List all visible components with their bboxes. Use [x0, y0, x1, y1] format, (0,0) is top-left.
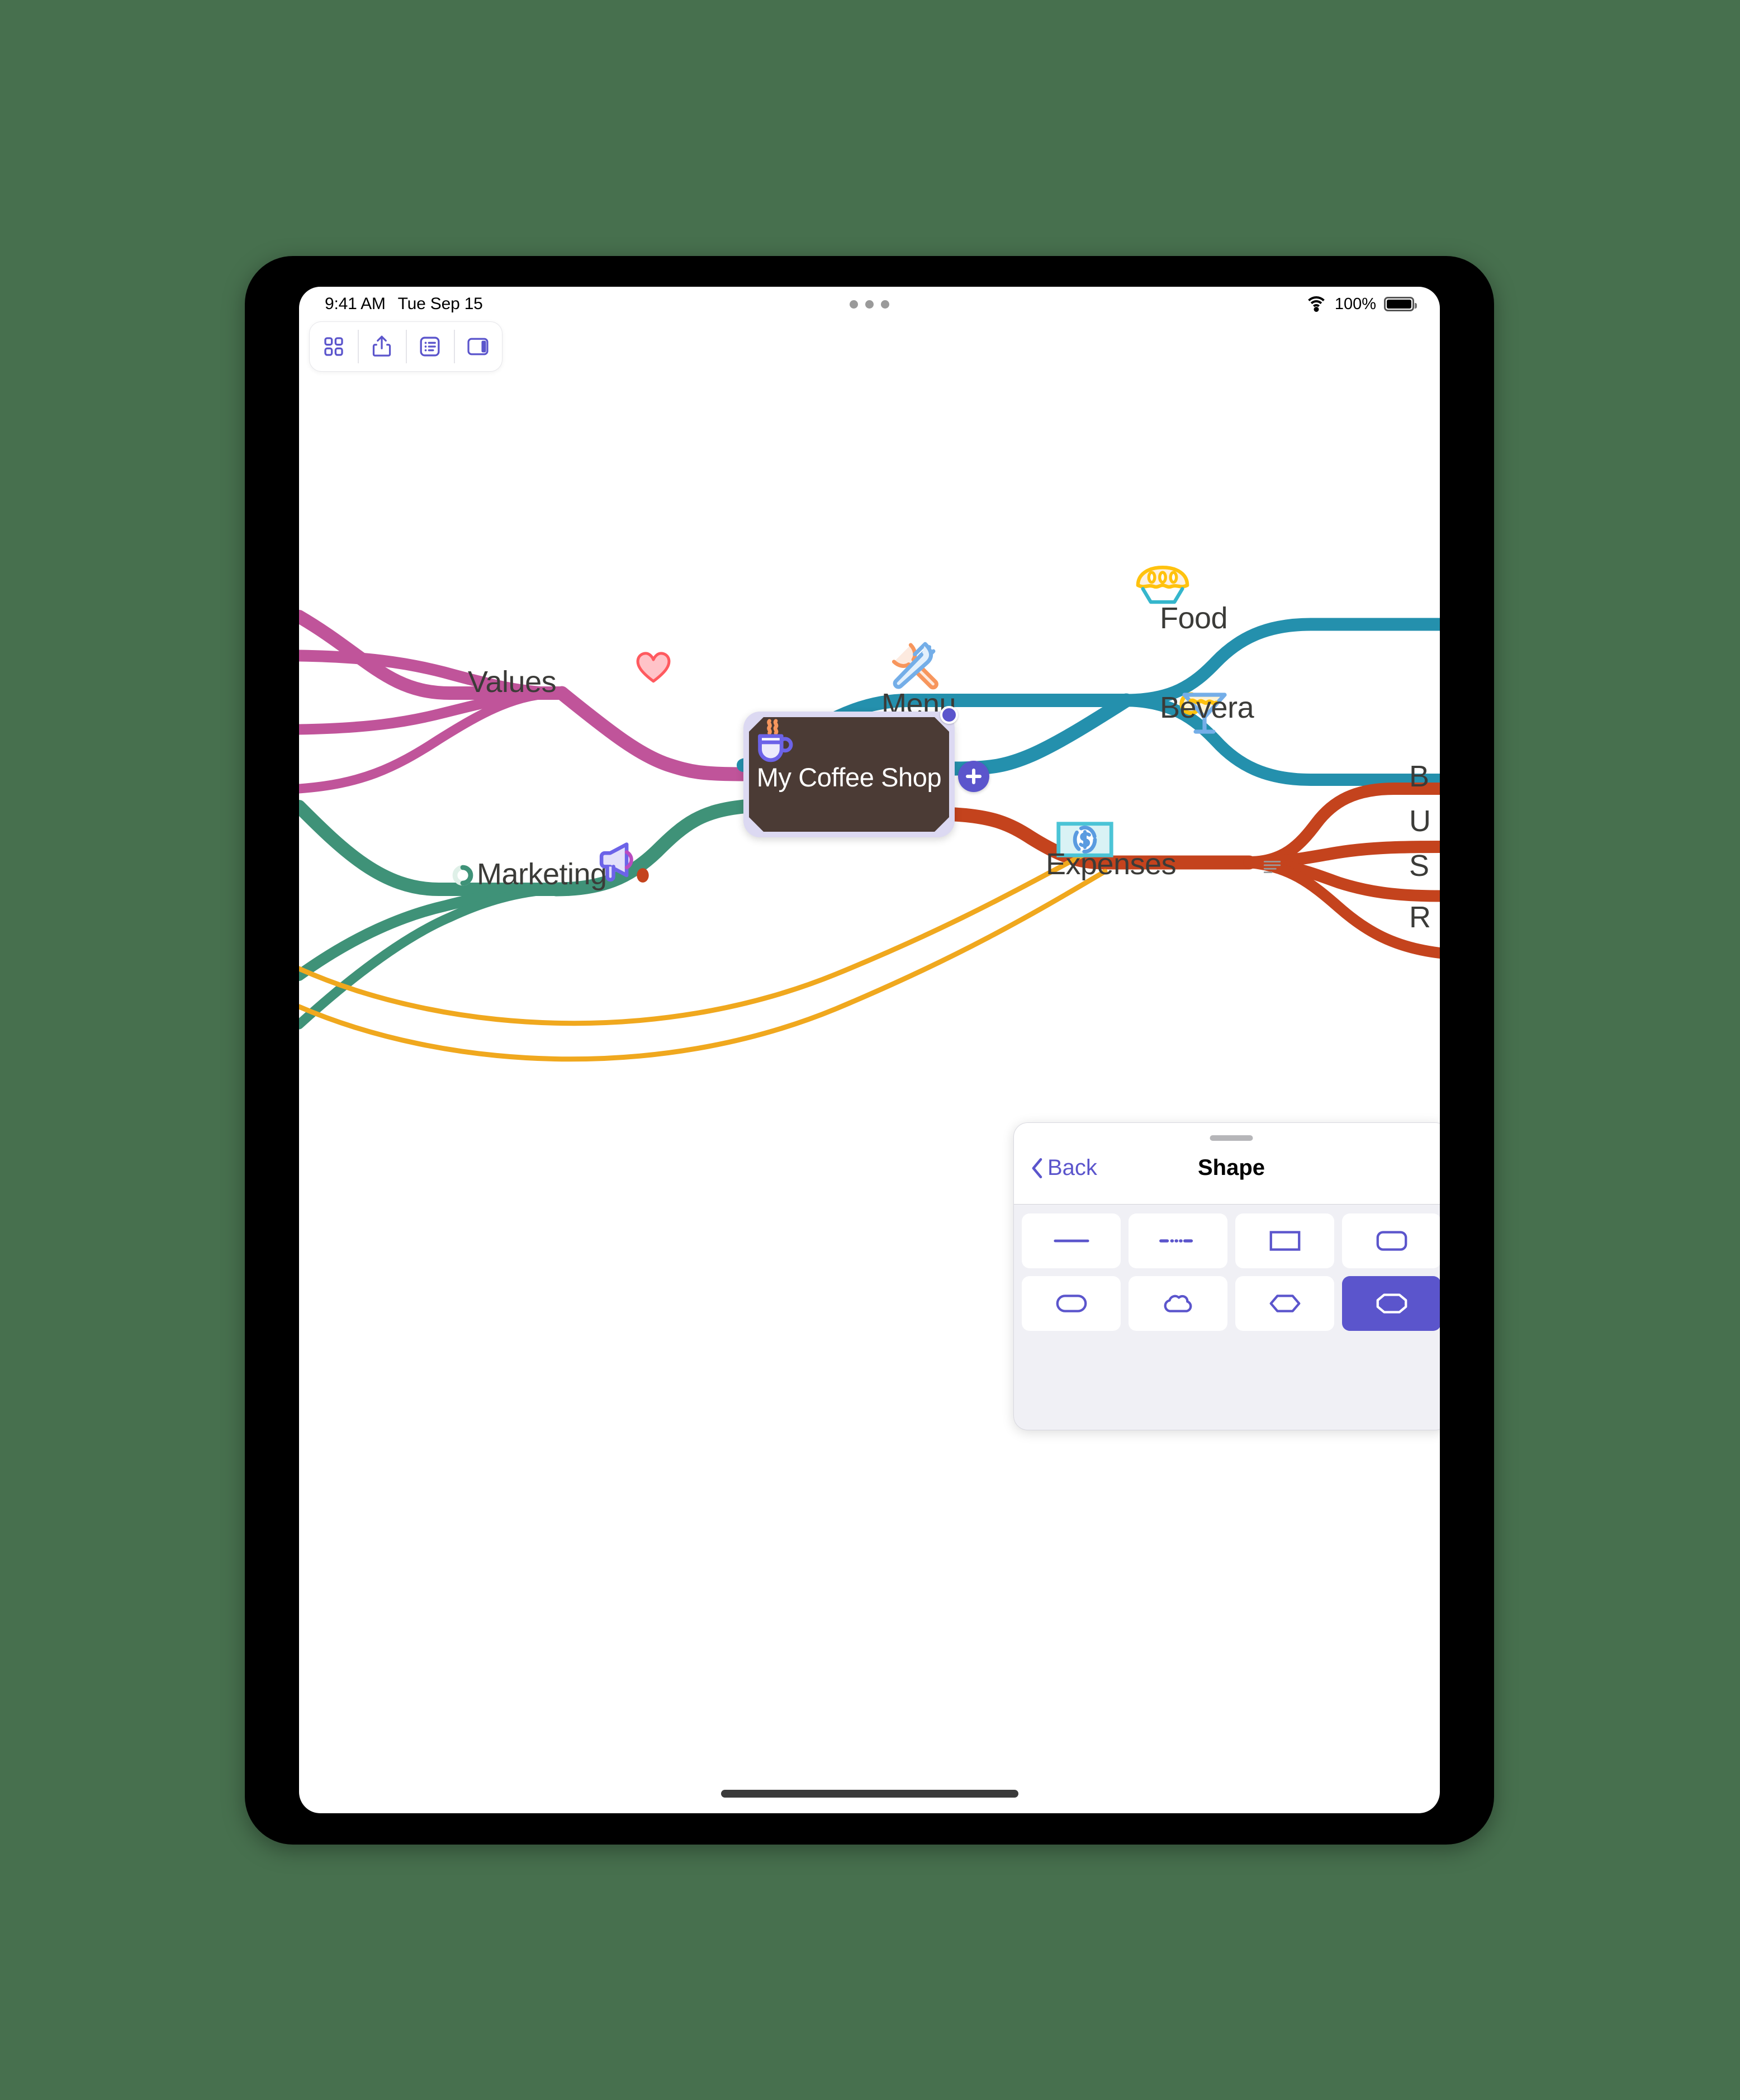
drag-handle-dot[interactable] [940, 706, 958, 724]
grid-icon [324, 337, 343, 356]
battery-icon [1384, 297, 1417, 311]
shape-panel-header: Back Shape [1014, 1123, 1440, 1205]
stadium-shape-icon [1056, 1295, 1087, 1312]
mindmap-canvas[interactable]: Values Marketing Menu Food Bevera Expens… [299, 287, 1440, 1813]
wifi-icon [1304, 296, 1328, 312]
toolbar [309, 321, 502, 372]
shape-option-rectangle[interactable] [1235, 1213, 1334, 1268]
status-bar-left: 9:41 AM Tue Sep 15 [325, 295, 483, 314]
shape-grid [1014, 1205, 1440, 1340]
shape-option-dash-dot-line[interactable] [1129, 1213, 1227, 1268]
branch-label-values[interactable]: Values [468, 665, 557, 699]
sidebar-panel-icon [467, 338, 489, 355]
shape-panel-title: Shape [1197, 1155, 1265, 1180]
branch-label-expense-child-1[interactable]: B [1409, 759, 1429, 794]
branch-label-expense-child-3[interactable]: S [1409, 848, 1429, 883]
status-time: 9:41 AM [325, 295, 386, 313]
central-node-body[interactable]: My Coffee Shop [749, 717, 949, 832]
share-button[interactable] [358, 322, 406, 371]
dash-dot-line-shape-icon [1159, 1239, 1193, 1243]
rectangle-shape-icon [1269, 1231, 1300, 1251]
shape-option-rounded-rectangle[interactable] [1342, 1213, 1440, 1268]
share-icon [372, 335, 391, 357]
branch-label-marketing[interactable]: Marketing [477, 857, 607, 892]
multitask-dots-icon [850, 300, 889, 309]
hexagon-shape-icon [1269, 1295, 1300, 1312]
shape-option-stadium[interactable] [1022, 1276, 1121, 1331]
outline-list-icon [420, 336, 440, 357]
battery-percent: 100% [1334, 295, 1376, 313]
octagon-shape-icon [1376, 1293, 1407, 1314]
branch-label-expense-child-4[interactable]: R [1409, 900, 1431, 935]
central-node[interactable]: My Coffee Shop [743, 706, 989, 837]
shape-option-hexagon[interactable] [1235, 1276, 1334, 1331]
branch-label-food[interactable]: Food [1160, 601, 1228, 636]
cloud-shape-icon [1164, 1295, 1192, 1312]
outline-button[interactable] [406, 322, 454, 371]
add-child-button[interactable] [958, 761, 989, 792]
shape-option-octagon[interactable] [1342, 1276, 1440, 1331]
branch-label-beverages[interactable]: Bevera [1160, 690, 1254, 725]
ipad-screen: 9:41 AM Tue Sep 15 100% Values Marketing… [299, 287, 1440, 1813]
rounded-rectangle-shape-icon [1376, 1231, 1407, 1251]
branch-label-expense-child-2[interactable]: U [1409, 804, 1431, 838]
shape-option-cloud[interactable] [1129, 1276, 1227, 1331]
drag-grabber[interactable] [1210, 1135, 1253, 1141]
shape-panel[interactable]: Back Shape [1013, 1122, 1440, 1430]
status-bar: 9:41 AM Tue Sep 15 100% [299, 287, 1440, 321]
branch-label-expenses[interactable]: Expenses [1046, 847, 1177, 881]
branch-connectors [299, 610, 1440, 1062]
central-node-title[interactable]: My Coffee Shop [757, 762, 942, 793]
status-bar-right: 100% [1304, 295, 1417, 314]
ipad-device-frame: 9:41 AM Tue Sep 15 100% Values Marketing… [245, 256, 1494, 1845]
inspector-panel-button[interactable] [454, 322, 502, 371]
documents-grid-button[interactable] [310, 322, 358, 371]
status-date: Tue Sep 15 [397, 295, 483, 313]
line-shape-icon [1053, 1239, 1089, 1243]
home-indicator[interactable] [720, 1790, 1018, 1798]
shape-option-line[interactable] [1022, 1213, 1121, 1268]
